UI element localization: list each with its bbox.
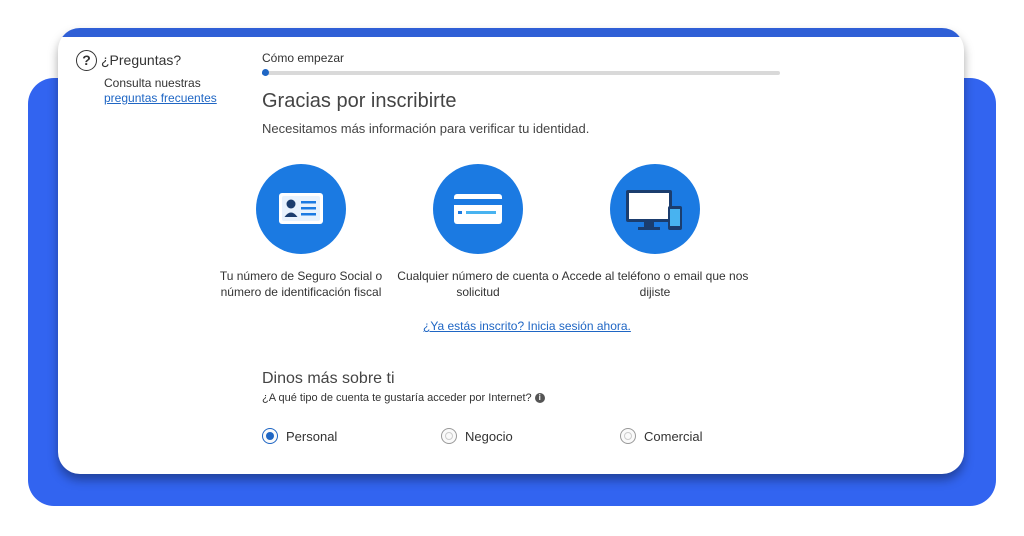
radio-negocio[interactable]: Negocio <box>441 428 513 444</box>
info-icon[interactable]: i <box>534 393 545 404</box>
radio-button[interactable] <box>262 428 278 444</box>
step-label: Cómo empezar <box>262 51 345 65</box>
question-circle-icon: ? <box>76 50 97 71</box>
faq-link[interactable]: preguntas frecuentes <box>104 91 217 105</box>
option-label: Cualquier número de cuenta o solicitud <box>397 269 559 299</box>
help-title: ¿Preguntas? <box>101 52 182 68</box>
option-label: Accede al teléfono o email que nos dijis… <box>561 269 749 299</box>
account-question: ¿A qué tipo de cuenta te gustaría accede… <box>262 392 545 404</box>
progress-dot <box>262 69 269 76</box>
radio-label: Comercial <box>644 428 703 444</box>
card-top-bar <box>58 28 964 37</box>
option-label: Tu número de Seguro Social o número de i… <box>219 269 383 299</box>
radio-label: Negocio <box>465 428 513 444</box>
radio-button[interactable] <box>620 428 636 444</box>
page-subtitle: Necesitamos más información para verific… <box>262 121 590 136</box>
id-card-icon <box>256 164 346 254</box>
page-title: Gracias por inscribirte <box>262 90 457 112</box>
option-phone-email: Accede al teléfono o email que nos dijis… <box>555 164 755 300</box>
radio-personal[interactable]: Personal <box>262 428 337 444</box>
monitor-phone-icon <box>610 164 700 254</box>
section-title: Dinos más sobre ti <box>262 370 395 387</box>
option-ssn: Tu número de Seguro Social o número de i… <box>201 164 401 300</box>
credit-card-icon <box>433 164 523 254</box>
radio-comercial[interactable]: Comercial <box>620 428 703 444</box>
account-question-text: ¿A qué tipo de cuenta te gustaría accede… <box>262 392 532 404</box>
help-subtitle: Consulta nuestras <box>104 76 201 90</box>
radio-button[interactable] <box>441 428 457 444</box>
radio-label: Personal <box>286 428 338 444</box>
progress-bar <box>262 69 780 76</box>
signup-card: ? ¿Preguntas? Consulta nuestras pregunta… <box>58 28 964 474</box>
option-account-number: Cualquier número de cuenta o solicitud <box>378 164 578 300</box>
signin-link[interactable]: ¿Ya estás inscrito? Inicia sesión ahora. <box>423 319 631 333</box>
